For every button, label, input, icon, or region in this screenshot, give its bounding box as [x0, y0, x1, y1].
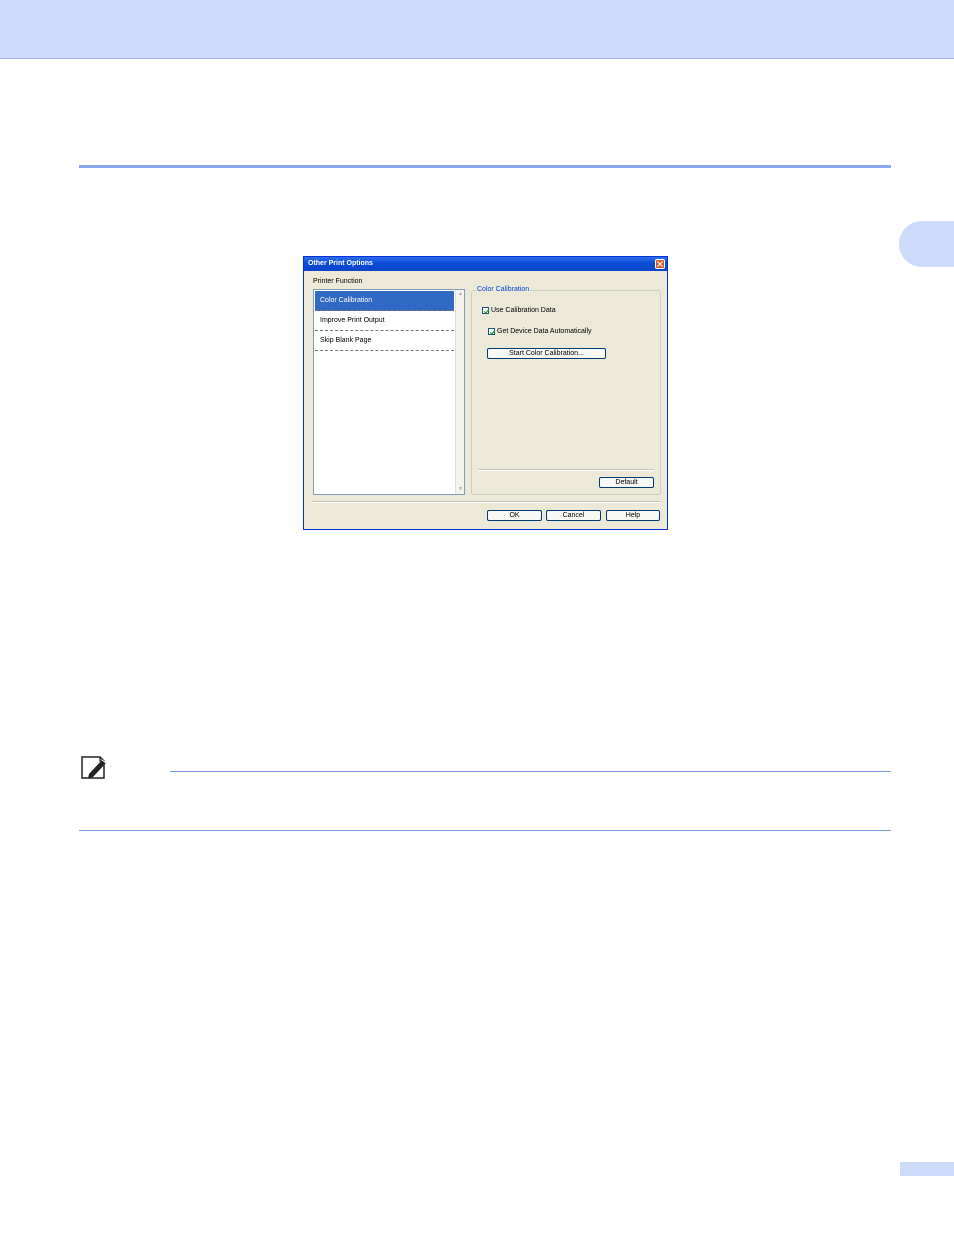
printer-function-label: Printer Function	[313, 278, 363, 285]
page-header-band	[0, 0, 954, 59]
note-pencil-icon	[80, 755, 110, 781]
ok-button[interactable]: OK	[487, 510, 542, 521]
list-item-label: Color Calibration	[320, 297, 373, 304]
scroll-up-icon[interactable]: ▲	[457, 291, 464, 298]
printer-function-list[interactable]: Color Calibration Improve Print Output S…	[313, 289, 465, 495]
get-device-data-label[interactable]: Get Device Data Automatically	[497, 328, 592, 335]
list-item-color-calibration[interactable]: Color Calibration	[315, 291, 454, 311]
list-item-label: Improve Print Output	[320, 317, 385, 324]
list-scrollbar[interactable]: ▲ ▼	[455, 290, 464, 494]
group-separator	[478, 469, 654, 471]
chapter-tab	[899, 221, 954, 267]
list-item-label: Skip Blank Page	[320, 337, 372, 344]
note-rule-top	[170, 771, 891, 772]
checkmark-icon	[483, 309, 490, 314]
dialog-titlebar[interactable]: Other Print Options	[304, 257, 667, 271]
section-rule	[79, 165, 891, 168]
group-title: Color Calibration	[476, 286, 531, 293]
dialog-title: Other Print Options	[308, 260, 373, 267]
use-calibration-data-label[interactable]: Use Calibration Data	[491, 307, 556, 314]
default-button[interactable]: Default	[599, 477, 654, 488]
start-color-calibration-button[interactable]: Start Color Calibration...	[487, 348, 606, 359]
list-item-skip-blank-page[interactable]: Skip Blank Page	[315, 331, 454, 351]
checkmark-icon	[489, 330, 496, 335]
get-device-data-checkbox[interactable]	[488, 328, 496, 335]
dialog-separator	[312, 501, 661, 503]
other-print-options-dialog: Other Print Options Printer Function Col…	[303, 256, 668, 530]
list-item-improve-print-output[interactable]: Improve Print Output	[315, 311, 454, 331]
color-calibration-group	[471, 290, 661, 495]
note-rule-bottom	[79, 830, 891, 831]
scroll-down-icon[interactable]: ▼	[457, 486, 464, 493]
use-calibration-data-checkbox[interactable]	[482, 307, 490, 314]
cancel-button[interactable]: Cancel	[546, 510, 601, 521]
help-button[interactable]: Help	[606, 510, 660, 521]
close-icon[interactable]	[655, 259, 665, 269]
page-number-tab	[900, 1162, 954, 1176]
